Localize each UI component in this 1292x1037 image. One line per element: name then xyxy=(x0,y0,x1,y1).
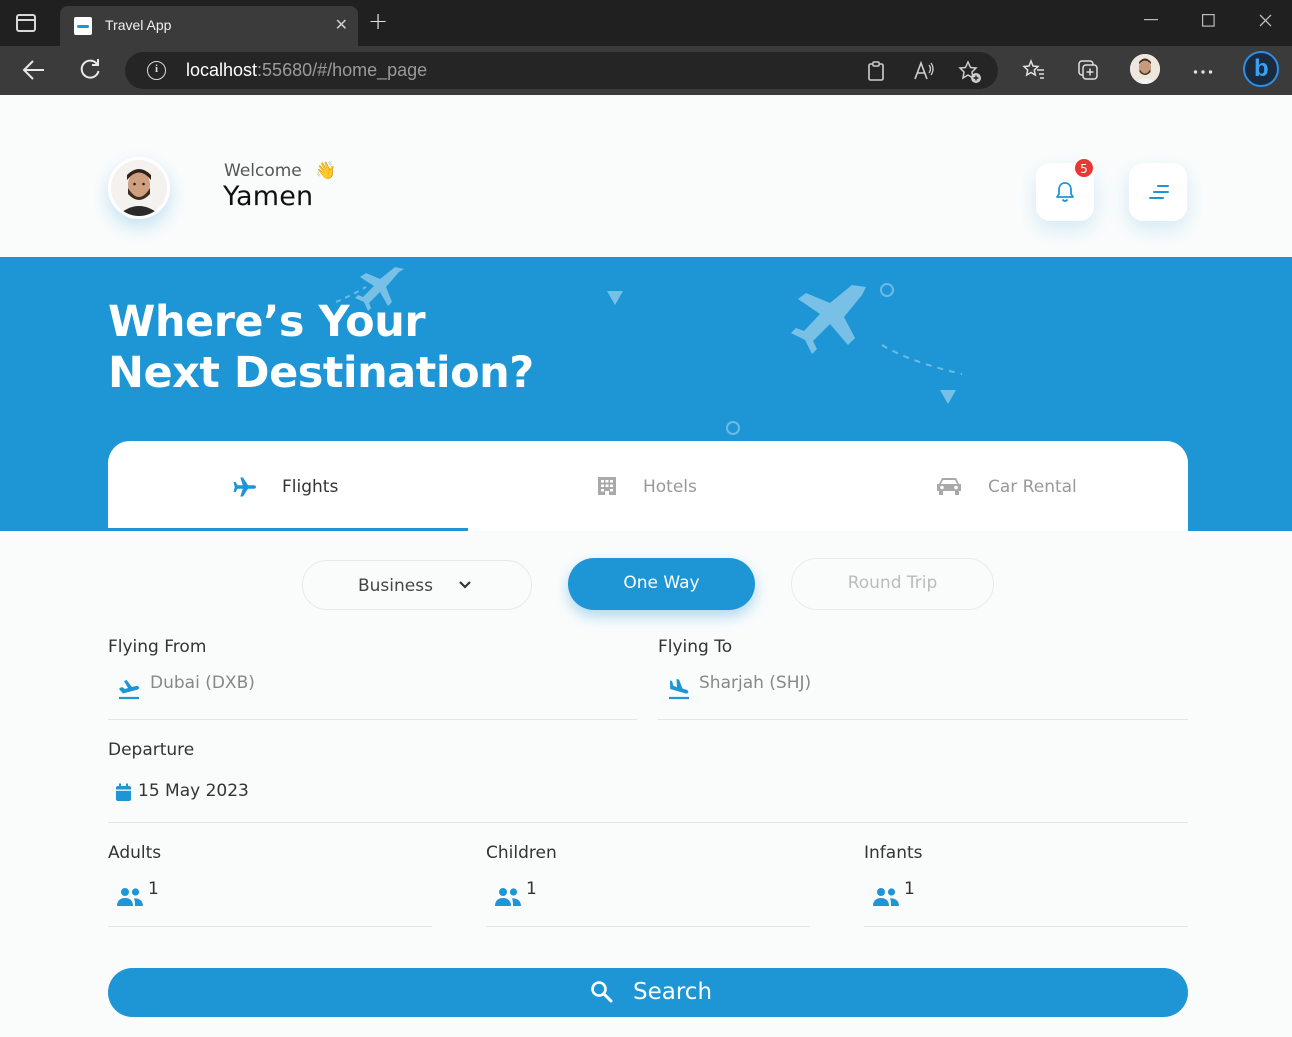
app-root: Welcome 👋 Yamen 5 Where’s Your Next Dest… xyxy=(0,95,1292,1037)
divider xyxy=(486,926,810,927)
add-favorite-icon[interactable] xyxy=(958,60,982,84)
notification-badge: 5 xyxy=(1074,158,1094,178)
window-close-icon[interactable] xyxy=(1259,14,1272,27)
notifications-button[interactable]: 5 xyxy=(1036,158,1094,221)
departure-label: Departure xyxy=(108,740,195,760)
read-aloud-icon[interactable] xyxy=(913,61,935,81)
url-text[interactable]: localhost:55680/#/home_page xyxy=(186,60,427,81)
chevron-down-icon xyxy=(459,581,471,589)
profile-avatar[interactable] xyxy=(1130,54,1160,84)
favorites-icon[interactable] xyxy=(1022,59,1046,81)
flying-from-value: Dubai (DXB) xyxy=(150,673,255,693)
flying-from-label: Flying From xyxy=(108,637,207,657)
close-tab-icon[interactable]: ✕ xyxy=(335,15,348,34)
minimize-icon[interactable] xyxy=(1144,19,1158,21)
cabin-class-dropdown[interactable]: Business xyxy=(302,560,532,610)
search-label: Search xyxy=(633,979,713,1005)
browser-toolbar: i localhost:55680/#/home_page xyxy=(0,46,1292,95)
new-tab-button[interactable]: + xyxy=(368,9,388,33)
bell-icon xyxy=(1056,182,1074,202)
avatar-photo xyxy=(111,160,167,216)
one-way-button[interactable]: One Way xyxy=(568,558,755,610)
car-icon xyxy=(937,478,961,495)
welcome-text: Welcome 👋 xyxy=(224,161,337,181)
wave-emoji: 👋 xyxy=(315,161,337,181)
browser-titlebar: Travel App ✕ + xyxy=(0,0,1292,46)
booking-tabs: Flights Hotels Car Rental xyxy=(108,441,1188,531)
tab-flights[interactable]: Flights xyxy=(108,441,468,531)
search-button[interactable]: Search xyxy=(108,968,1188,1017)
tab-actions-icon[interactable] xyxy=(16,14,36,32)
hero-title: Where’s Your Next Destination? xyxy=(108,297,534,398)
divider xyxy=(108,926,432,927)
favicon-icon xyxy=(74,17,92,35)
menu-icon xyxy=(1149,185,1169,199)
children-count: 1 xyxy=(526,879,537,899)
search-icon xyxy=(591,981,613,1003)
flying-to-value: Sharjah (SHJ) xyxy=(699,673,812,693)
divider xyxy=(864,926,1188,927)
address-bar[interactable]: i localhost:55680/#/home_page xyxy=(125,52,998,89)
people-icon xyxy=(495,888,521,906)
maximize-icon[interactable] xyxy=(1202,14,1215,27)
back-icon[interactable] xyxy=(22,59,46,81)
browser-tab[interactable]: Travel App ✕ xyxy=(60,6,358,46)
tab-title: Travel App xyxy=(105,17,172,33)
copilot-icon[interactable] xyxy=(1243,51,1279,87)
tab-flights-label: Flights xyxy=(282,477,339,497)
flying-to-label: Flying To xyxy=(658,637,733,657)
divider xyxy=(108,822,1188,823)
infants-label: Infants xyxy=(864,843,923,863)
reading-view-icon[interactable] xyxy=(867,61,885,81)
collections-icon[interactable] xyxy=(1077,59,1101,81)
children-label: Children xyxy=(486,843,557,863)
user-avatar[interactable] xyxy=(108,157,170,219)
username: Yamen xyxy=(223,181,314,212)
tab-hotels-label: Hotels xyxy=(643,477,697,497)
people-icon xyxy=(873,888,899,906)
infants-count: 1 xyxy=(904,879,915,899)
site-info-icon[interactable]: i xyxy=(147,61,166,80)
cabin-class-value: Business xyxy=(358,576,433,596)
round-trip-button[interactable]: Round Trip xyxy=(791,558,994,610)
people-icon xyxy=(117,888,143,906)
tab-hotels[interactable]: Hotels xyxy=(468,441,828,531)
active-tab-indicator xyxy=(108,528,468,531)
menu-button[interactable] xyxy=(1129,163,1187,221)
tab-car-rental-label: Car Rental xyxy=(988,477,1077,497)
airplane-icon xyxy=(233,477,256,497)
divider xyxy=(658,719,1188,720)
plane-departure-icon xyxy=(119,680,140,700)
divider xyxy=(108,719,637,720)
calendar-icon xyxy=(116,783,131,801)
departure-date-value: 15 May 2023 xyxy=(138,781,249,801)
more-options-icon[interactable] xyxy=(1193,69,1213,75)
adults-label: Adults xyxy=(108,843,162,863)
plane-arrival-icon xyxy=(669,679,689,700)
tab-car-rental[interactable]: Car Rental xyxy=(828,441,1188,531)
refresh-icon[interactable] xyxy=(79,58,101,80)
adults-count: 1 xyxy=(148,879,159,899)
hotel-icon xyxy=(598,477,616,495)
